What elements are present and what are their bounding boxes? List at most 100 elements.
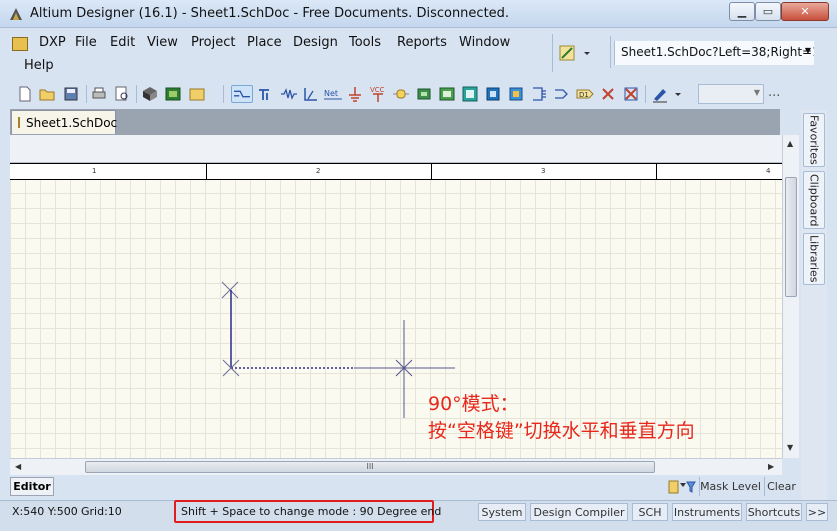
annotation-line-2: 按“空格键”切换水平和垂直方向 bbox=[428, 420, 695, 442]
annotation-line-1: 90°模式： bbox=[428, 393, 519, 415]
port-icon[interactable]: D1 bbox=[575, 85, 595, 103]
folder-open-icon[interactable] bbox=[188, 85, 206, 103]
side-panel-bar bbox=[801, 110, 827, 505]
close-icon: ✕ bbox=[800, 5, 810, 18]
wire-mode-status: Shift + Space to change mode : 90 Degree… bbox=[174, 500, 441, 523]
minimize-button[interactable]: ▁ bbox=[729, 2, 755, 21]
svg-text:Net: Net bbox=[324, 89, 338, 98]
menu-project[interactable]: Project bbox=[191, 35, 235, 50]
menu-view[interactable]: View bbox=[147, 35, 178, 50]
altium-logo-icon bbox=[10, 8, 22, 20]
cursor-coordinates: X:540 Y:500 bbox=[12, 505, 78, 518]
sheet-entry-icon[interactable] bbox=[461, 85, 479, 103]
sheet-symbol-icon[interactable] bbox=[438, 85, 456, 103]
grid-size: Grid:10 bbox=[81, 505, 122, 518]
board-view-icon[interactable] bbox=[164, 85, 182, 103]
filter-icon[interactable] bbox=[668, 479, 696, 495]
net-label-icon[interactable]: Net bbox=[323, 85, 343, 103]
place-component-icon[interactable] bbox=[415, 85, 433, 103]
document-tab-strip bbox=[10, 109, 780, 135]
address-text: Sheet1.SchDoc?Left=38;Right=1 bbox=[621, 45, 814, 59]
scroll-up-icon[interactable]: ▲ bbox=[787, 139, 793, 148]
sheet-border-ruler: 1 2 3 4 bbox=[10, 163, 782, 181]
no-erc-icon[interactable] bbox=[599, 85, 617, 103]
scroll-right-icon[interactable]: ▶ bbox=[768, 462, 774, 471]
main-toolbar: Net VCC D1 bbox=[10, 83, 785, 107]
device-sheet-icon[interactable] bbox=[484, 85, 502, 103]
save-icon[interactable] bbox=[62, 85, 80, 103]
signal-harness-icon[interactable] bbox=[553, 85, 571, 103]
side-tab-libraries[interactable]: Libraries bbox=[803, 233, 825, 285]
menu-separator bbox=[552, 34, 553, 72]
print-icon[interactable] bbox=[90, 85, 108, 103]
horizontal-scrollbar[interactable]: ◀ III ▶ bbox=[10, 458, 782, 475]
horizontal-scroll-thumb[interactable]: III bbox=[85, 461, 655, 473]
harness-entry-icon[interactable] bbox=[530, 85, 548, 103]
side-tab-clipboard[interactable]: Clipboard bbox=[803, 171, 825, 229]
document-address-field[interactable]: Sheet1.SchDoc?Left=38;Right=1 ▼ bbox=[614, 41, 814, 65]
address-separator bbox=[610, 36, 611, 68]
place-part-icon[interactable] bbox=[392, 85, 410, 103]
menu-help[interactable]: Help bbox=[24, 58, 54, 73]
vertical-scroll-thumb[interactable] bbox=[785, 177, 797, 297]
tab-label: Sheet1.SchDoc bbox=[26, 115, 118, 130]
3d-view-icon[interactable] bbox=[141, 85, 159, 103]
wire-start-cross bbox=[221, 281, 239, 299]
menu-dxp[interactable]: DXP bbox=[39, 35, 66, 50]
schematic-doc-icon bbox=[18, 117, 20, 128]
project-compile-button[interactable] bbox=[557, 41, 595, 65]
status-system-button[interactable]: System bbox=[478, 503, 526, 521]
scroll-left-icon[interactable]: ◀ bbox=[15, 462, 21, 471]
close-button[interactable]: ✕ bbox=[781, 2, 829, 21]
clear-button[interactable]: Clear bbox=[764, 477, 798, 496]
place-bus-entry-icon[interactable] bbox=[280, 85, 298, 103]
vertical-scrollbar[interactable]: ▲ ▼ bbox=[782, 135, 799, 458]
window-title: Altium Designer (16.1) - Sheet1.SchDoc -… bbox=[30, 6, 510, 21]
ruler-label-1: 1 bbox=[92, 167, 97, 175]
new-document-icon[interactable] bbox=[16, 85, 34, 103]
combo-dropdown-icon[interactable]: ▼ bbox=[754, 88, 760, 97]
sheet-margin-top bbox=[10, 135, 782, 163]
tab-editor[interactable]: Editor bbox=[10, 477, 54, 496]
compile-mask-icon[interactable] bbox=[622, 85, 640, 103]
maximize-button[interactable]: ▭ bbox=[755, 2, 781, 21]
menu-window[interactable]: Window bbox=[459, 35, 510, 50]
title-bar: Altium Designer (16.1) - Sheet1.SchDoc -… bbox=[0, 0, 837, 28]
ground-icon[interactable] bbox=[346, 85, 364, 103]
menu-file[interactable]: File bbox=[75, 35, 97, 50]
minimize-icon: ▁ bbox=[737, 5, 747, 18]
status-shortcuts-button[interactable]: Shortcuts bbox=[746, 503, 802, 521]
status-instruments-button[interactable]: Instruments bbox=[672, 503, 742, 521]
mask-level-button[interactable]: Mask Level bbox=[699, 477, 761, 496]
tab-sheet1-schdoc[interactable]: Sheet1.SchDoc bbox=[11, 110, 118, 134]
menu-place[interactable]: Place bbox=[247, 35, 282, 50]
status-sch-button[interactable]: SCH bbox=[632, 503, 668, 521]
scroll-down-icon[interactable]: ▼ bbox=[787, 443, 793, 452]
maximize-icon: ▭ bbox=[762, 5, 774, 18]
status-design-compiler-button[interactable]: Design Compiler bbox=[530, 503, 628, 521]
status-more-button[interactable]: >> bbox=[806, 503, 828, 521]
ruler-label-2: 2 bbox=[316, 167, 321, 175]
open-folder-icon[interactable] bbox=[38, 85, 56, 103]
menu-tools[interactable]: Tools bbox=[349, 35, 381, 50]
menu-design[interactable]: Design bbox=[293, 35, 338, 50]
ruler-label-4: 4 bbox=[766, 167, 771, 175]
svg-text:D1: D1 bbox=[579, 91, 589, 99]
ruler-label-3: 3 bbox=[541, 167, 546, 175]
menu-bar: DXP File Edit View Project Place Design … bbox=[10, 31, 550, 81]
print-preview-icon[interactable] bbox=[113, 85, 131, 103]
harness-connector-icon[interactable] bbox=[507, 85, 525, 103]
toolbar-overflow[interactable]: ... bbox=[768, 85, 780, 100]
place-wire-icon[interactable] bbox=[231, 85, 253, 103]
svg-text:VCC: VCC bbox=[370, 86, 385, 94]
place-net-label-icon[interactable] bbox=[302, 85, 320, 103]
side-tab-favorites[interactable]: Favorites bbox=[803, 113, 825, 167]
mode-annotation: 90°模式： 按“空格键”切换水平和垂直方向 bbox=[428, 391, 695, 445]
menu-edit[interactable]: Edit bbox=[110, 35, 135, 50]
toolbar-combo[interactable]: ▼ bbox=[698, 84, 764, 104]
place-bus-icon[interactable] bbox=[257, 85, 275, 103]
address-dropdown-icon[interactable]: ▼ bbox=[805, 46, 811, 55]
vcc-power-icon[interactable]: VCC bbox=[369, 85, 387, 103]
menu-reports[interactable]: Reports bbox=[397, 35, 447, 50]
highlighter-dropdown-icon[interactable] bbox=[651, 85, 685, 103]
